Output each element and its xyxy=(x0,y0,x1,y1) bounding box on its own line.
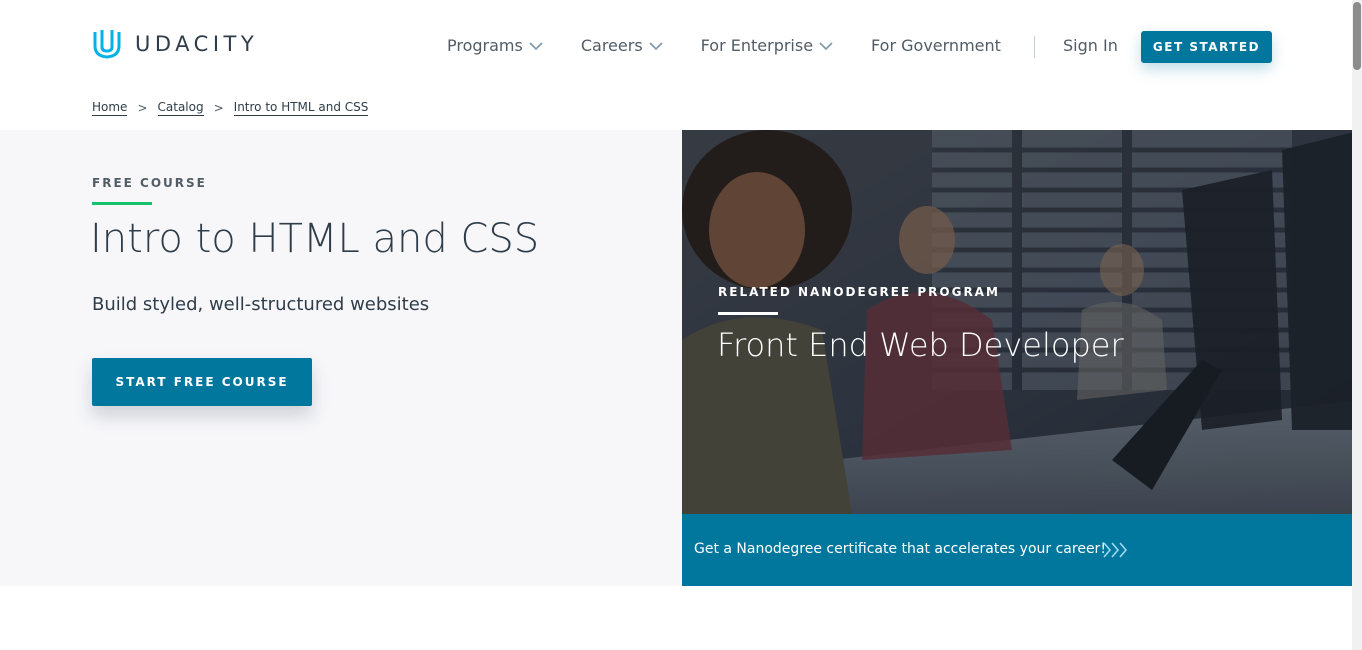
breadcrumb-separator: > xyxy=(213,101,224,115)
office-photo: RELATED NANODEGREE PROGRAM Front End Web… xyxy=(682,130,1362,514)
office-photo-image xyxy=(682,130,1362,514)
get-started-button[interactable]: GET STARTED xyxy=(1141,31,1272,63)
page: UDACITY Programs Careers For Enterprise … xyxy=(0,0,1362,650)
nav-divider xyxy=(1034,36,1035,58)
nav-for-government[interactable]: For Government xyxy=(871,36,1001,55)
cta-text: Get a Nanodegree certificate that accele… xyxy=(694,541,1106,557)
related-eyebrow: RELATED NANODEGREE PROGRAM xyxy=(718,285,1000,299)
chevron-down-icon xyxy=(529,41,543,50)
main-nav: Programs Careers For Enterprise For Gove… xyxy=(447,36,1039,55)
nav-for-enterprise[interactable]: For Enterprise xyxy=(701,36,833,55)
nav-programs[interactable]: Programs xyxy=(447,36,543,55)
related-nanodegree-panel: RELATED NANODEGREE PROGRAM Front End Web… xyxy=(682,130,1362,586)
course-subtitle: Build styled, well-structured websites xyxy=(92,294,430,315)
breadcrumb-separator: > xyxy=(137,101,148,115)
site-header: UDACITY Programs Careers For Enterprise … xyxy=(0,0,1352,92)
breadcrumb: Home > Catalog > Intro to HTML and CSS xyxy=(92,100,369,116)
scrollbar-thumb[interactable] xyxy=(1353,2,1361,70)
chevron-down-icon xyxy=(819,41,833,50)
course-title: Intro to HTML and CSS xyxy=(90,216,540,262)
nanodegree-cta-banner[interactable]: Get a Nanodegree certificate that accele… xyxy=(682,514,1362,586)
related-program-title[interactable]: Front End Web Developer xyxy=(717,326,1124,364)
udacity-logo[interactable]: UDACITY xyxy=(91,28,258,60)
eyebrow-accent-bar xyxy=(92,202,152,205)
nav-label: Programs xyxy=(447,36,523,55)
breadcrumb-catalog[interactable]: Catalog xyxy=(157,100,204,116)
start-free-course-button[interactable]: START FREE COURSE xyxy=(92,358,312,406)
sign-in-link[interactable]: Sign In xyxy=(1063,36,1118,55)
udacity-u-logo-icon xyxy=(93,30,121,59)
course-eyebrow: FREE COURSE xyxy=(92,176,207,190)
triple-chevron-right-icon xyxy=(1103,542,1128,558)
related-accent-bar xyxy=(718,312,778,315)
nav-careers[interactable]: Careers xyxy=(581,36,663,55)
nav-label: For Government xyxy=(871,36,1001,55)
course-hero: FREE COURSE Intro to HTML and CSS Build … xyxy=(0,130,682,586)
nav-label: Careers xyxy=(580,36,643,55)
chevron-down-icon xyxy=(649,41,663,50)
brand-name: UDACITY xyxy=(135,32,259,56)
page-scrollbar[interactable] xyxy=(1352,0,1362,650)
breadcrumb-home[interactable]: Home xyxy=(92,100,128,116)
breadcrumb-current[interactable]: Intro to HTML and CSS xyxy=(233,100,369,116)
nav-label: For Enterprise xyxy=(700,36,814,55)
